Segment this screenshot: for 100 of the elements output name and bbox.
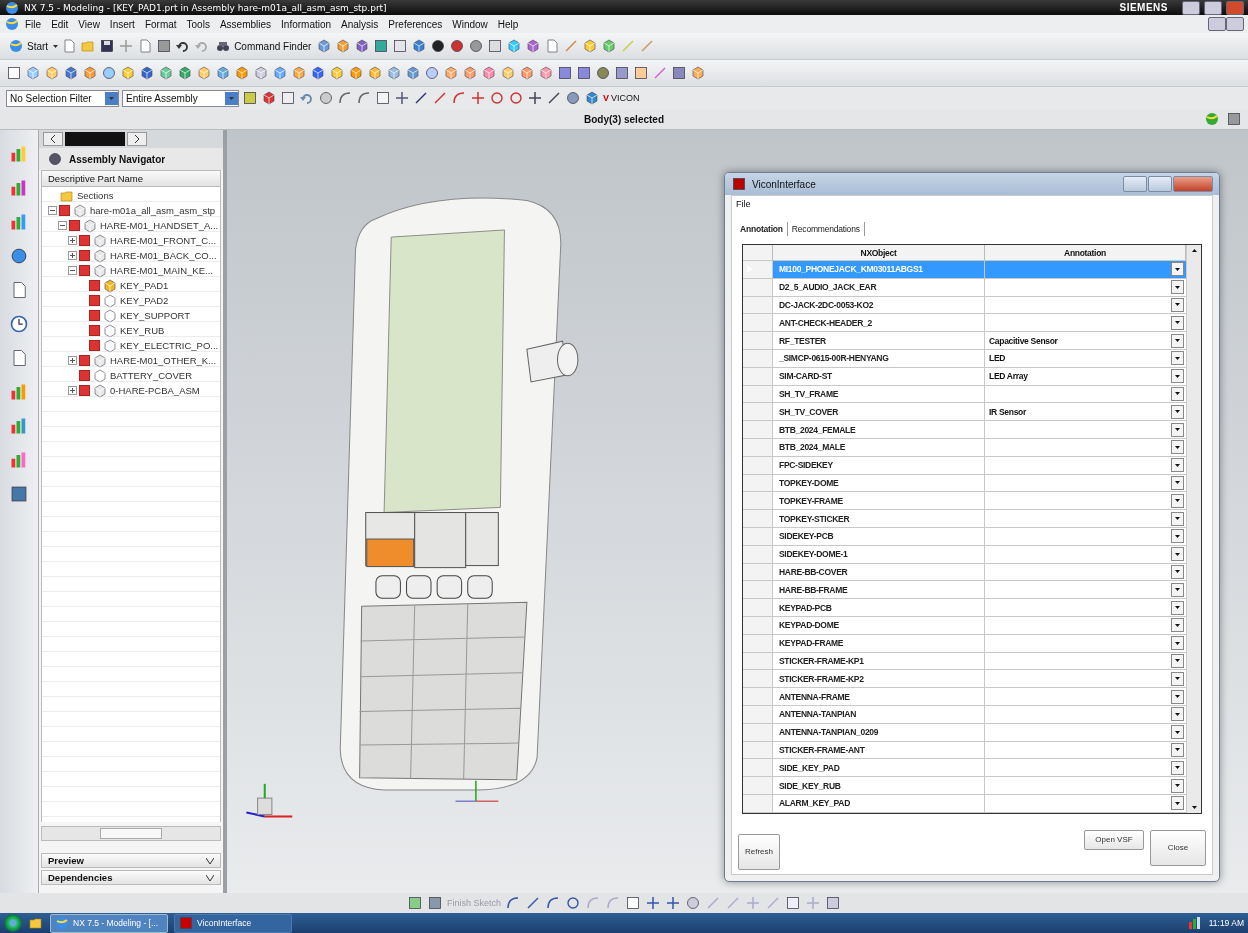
dropdown-button[interactable] xyxy=(1171,386,1184,401)
line-icon[interactable] xyxy=(432,90,448,106)
tree-item[interactable]: Sections xyxy=(77,190,114,201)
collapsible-panel[interactable]: Preview xyxy=(41,853,221,868)
dropdown-button[interactable] xyxy=(1171,404,1184,419)
restore-button[interactable] xyxy=(1204,0,1222,15)
cube-icon[interactable] xyxy=(329,65,345,81)
caret-icon[interactable] xyxy=(53,44,59,48)
table-row[interactable]: ANT-CHECK-HEADER_2 xyxy=(743,314,1186,333)
table-row[interactable]: D2_5_AUDIO_JACK_EAR xyxy=(743,278,1186,297)
cube-icon[interactable] xyxy=(25,65,41,81)
dropdown-button[interactable] xyxy=(1171,280,1184,295)
table-row[interactable]: SH_TV_FRAME xyxy=(743,385,1186,404)
tree-item[interactable]: HARE-M01_OTHER_K... xyxy=(110,355,217,366)
arc-icon[interactable] xyxy=(356,90,372,106)
dropdown-button[interactable] xyxy=(1171,742,1184,757)
table-row[interactable]: ANTENNA-TANPIAN_0209 xyxy=(743,723,1186,742)
checkbox[interactable] xyxy=(59,205,70,216)
dropdown-button[interactable] xyxy=(1171,689,1184,704)
menu-item[interactable]: Analysis xyxy=(336,18,384,30)
close-button[interactable] xyxy=(1173,176,1213,192)
square-icon[interactable] xyxy=(375,90,391,106)
ring-icon[interactable] xyxy=(489,90,505,106)
square-icon[interactable] xyxy=(280,90,296,106)
dropdown-button[interactable] xyxy=(1171,618,1184,633)
line-icon[interactable] xyxy=(413,90,429,106)
menu-item[interactable]: Format xyxy=(139,18,182,30)
plus-icon[interactable] xyxy=(527,90,543,106)
cube-icon[interactable] xyxy=(44,65,60,81)
cube-icon[interactable] xyxy=(272,65,288,81)
globe-icon[interactable] xyxy=(1204,111,1220,127)
dropdown-button[interactable] xyxy=(1171,422,1184,437)
tree-item[interactable]: BATTERY_COVER xyxy=(110,370,192,381)
cube-icon[interactable] xyxy=(500,65,516,81)
table-row[interactable]: RF_TESTER Capacitive Sensor xyxy=(743,332,1186,350)
expand-toggle[interactable] xyxy=(68,251,77,260)
table-row[interactable]: TOPKEY-DOME xyxy=(743,474,1186,493)
expand-toggle[interactable] xyxy=(68,266,77,275)
tree-item[interactable]: KEY_RUB xyxy=(120,325,165,336)
cube-icon[interactable] xyxy=(139,65,155,81)
dropdown-button[interactable] xyxy=(1171,671,1184,686)
cube-icon[interactable] xyxy=(261,90,277,106)
table-row[interactable]: SIDE_KEY_RUB xyxy=(743,777,1186,795)
checkbox[interactable] xyxy=(79,235,90,246)
checkbox[interactable] xyxy=(69,220,80,231)
table-row[interactable]: DC-JACK-2DC-0053-KO2 xyxy=(743,296,1186,315)
taskbar-button[interactable]: NX 7.5 - Modeling - [... xyxy=(50,913,168,933)
plus-icon[interactable] xyxy=(470,90,486,106)
dropdown-button[interactable] xyxy=(1171,511,1184,526)
tree-item[interactable]: KEY_SUPPORT xyxy=(120,310,191,321)
dropdown-button[interactable] xyxy=(1171,582,1184,597)
tree-item[interactable]: KEY_PAD2 xyxy=(120,295,169,306)
cube-icon[interactable] xyxy=(405,65,421,81)
collapsible-panel[interactable]: Dependencies xyxy=(41,870,221,885)
dropdown-button[interactable] xyxy=(1171,262,1184,277)
menu-item[interactable]: Tools xyxy=(181,18,215,30)
table-row[interactable]: KEYPAD-FRAME xyxy=(743,634,1186,653)
menu-item[interactable]: File xyxy=(20,18,47,30)
square-icon[interactable] xyxy=(242,90,258,106)
dropdown-button[interactable] xyxy=(1171,333,1184,348)
taskbar-button[interactable]: ViconInterface xyxy=(174,913,292,933)
cube-icon[interactable] xyxy=(120,65,136,81)
vertical-scrollbar[interactable] xyxy=(1186,245,1201,813)
tab[interactable]: Recommendations xyxy=(787,222,865,236)
cube-icon[interactable] xyxy=(582,38,599,54)
tree-item[interactable]: HARE-M01_FRONT_C... xyxy=(110,235,217,246)
command-finder-button[interactable]: Command Finder xyxy=(213,38,314,54)
square-icon[interactable] xyxy=(671,65,687,81)
dropdown-button[interactable] xyxy=(1171,707,1184,722)
cube-icon[interactable] xyxy=(584,90,600,106)
cube-icon[interactable] xyxy=(367,65,383,81)
menu-item[interactable]: Preferences xyxy=(383,18,448,30)
restore-button[interactable] xyxy=(1226,17,1244,31)
square-icon[interactable] xyxy=(9,484,29,504)
dropdown-button[interactable] xyxy=(1171,351,1184,366)
tree-item[interactable]: KEY_ELECTRIC_PO... xyxy=(120,340,219,351)
expand-toggle[interactable] xyxy=(68,356,77,365)
table-row[interactable]: ALARM_KEY_PAD xyxy=(743,794,1186,813)
plus-icon[interactable] xyxy=(645,895,661,911)
table-row[interactable]: BTB_2024_FEMALE xyxy=(743,421,1186,439)
arc-icon[interactable] xyxy=(337,90,353,106)
selection-filter-dropdown[interactable]: No Selection Filter xyxy=(6,89,119,107)
expand-toggle[interactable] xyxy=(68,386,77,395)
expand-toggle[interactable] xyxy=(48,206,57,215)
table-row[interactable]: ANTENNA-TANPIAN xyxy=(743,705,1186,724)
square-icon[interactable] xyxy=(633,65,649,81)
line-icon[interactable] xyxy=(525,895,541,911)
table-row[interactable]: TOPKEY-FRAME xyxy=(743,492,1186,511)
tree-item[interactable]: hare-m01a_all_asm_asm_stp xyxy=(90,205,216,216)
maximize-button[interactable] xyxy=(1148,176,1172,192)
square-icon[interactable] xyxy=(6,65,22,81)
arc-icon[interactable] xyxy=(451,90,467,106)
tree-item[interactable]: 0-HARE-PCBA_ASM xyxy=(110,385,200,396)
circle-icon[interactable] xyxy=(449,38,466,54)
tab[interactable]: Annotation xyxy=(736,222,788,236)
dialog-button[interactable]: Close xyxy=(1150,829,1206,866)
minimize-button[interactable] xyxy=(1182,0,1200,15)
menu-item[interactable]: Edit xyxy=(46,18,74,30)
dropdown-button[interactable] xyxy=(1171,725,1184,740)
checkbox[interactable] xyxy=(79,265,90,276)
